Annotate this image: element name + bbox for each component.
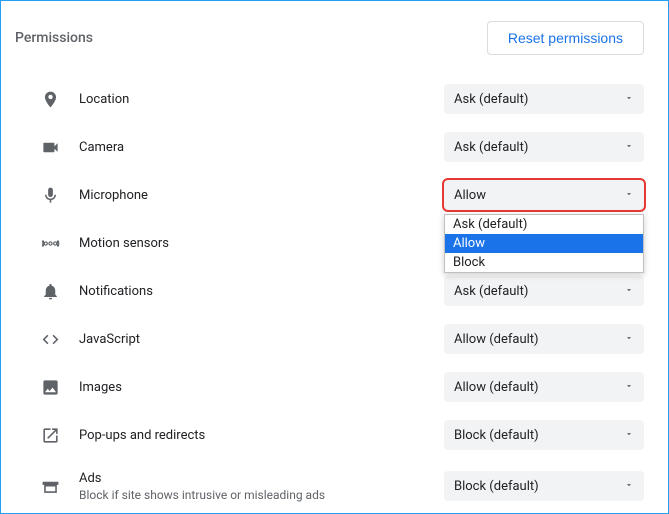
chevron-down-icon [624, 380, 634, 395]
chevron-down-icon [624, 332, 634, 347]
permission-label: Ads [79, 471, 444, 486]
permission-label-cell: Camera [79, 140, 444, 155]
permission-label-cell: Microphone [79, 188, 444, 203]
permission-label-cell: Pop-ups and redirects [79, 428, 444, 443]
permission-dropdown[interactable]: Ask (default)AllowBlock [444, 214, 644, 273]
permission-select[interactable]: Ask (default) [444, 132, 644, 162]
permission-row: JavaScript Allow (default) [15, 315, 644, 363]
permission-row: Pop-ups and redirects Block (default) [15, 411, 644, 459]
permission-select[interactable]: Allow (default) [444, 324, 644, 354]
permission-row: MicrophoneAllowAsk (default)AllowBlock [15, 171, 644, 219]
permission-sublabel: Block if site shows intrusive or mislead… [79, 488, 444, 502]
permission-select[interactable]: Block (default) [444, 471, 644, 501]
permission-select-value: Allow (default) [454, 380, 539, 395]
permission-row: Notifications Ask (default) [15, 267, 644, 315]
dropdown-option[interactable]: Block [445, 253, 643, 272]
chevron-down-icon [624, 92, 634, 107]
permission-label-cell: Images [79, 380, 444, 395]
permission-label: Motion sensors [79, 236, 444, 251]
permission-label: Camera [79, 140, 444, 155]
permission-select-value: Ask (default) [454, 140, 528, 155]
permission-label: Microphone [79, 188, 444, 203]
permission-select[interactable]: AllowAsk (default)AllowBlock [444, 180, 644, 210]
permission-label: Notifications [79, 284, 444, 299]
permission-select-value: Allow (default) [454, 332, 539, 347]
permission-row: Location Ask (default) [15, 75, 644, 123]
permission-select-value: Block (default) [454, 479, 539, 494]
permissions-panel: Permissions Reset permissions Location As… [0, 0, 669, 514]
permission-select-value: Allow [454, 188, 486, 203]
popups-icon [41, 426, 79, 445]
javascript-icon [41, 330, 79, 349]
permission-select-value: Ask (default) [454, 92, 528, 107]
section-title: Permissions [15, 30, 93, 46]
permission-label: Images [79, 380, 444, 395]
camera-icon [41, 138, 79, 157]
permission-select-value: Ask (default) [454, 284, 528, 299]
permission-row: Images Allow (default) [15, 363, 644, 411]
permission-label: Location [79, 92, 444, 107]
chevron-down-icon [624, 479, 634, 494]
dropdown-option[interactable]: Allow [445, 234, 643, 253]
permission-select[interactable]: Allow (default) [444, 372, 644, 402]
microphone-icon [41, 186, 79, 205]
chevron-down-icon [624, 188, 634, 203]
chevron-down-icon [624, 428, 634, 443]
permission-label-cell: Motion sensors [79, 236, 444, 251]
permission-select[interactable]: Block (default) [444, 420, 644, 450]
permission-label-cell: Notifications [79, 284, 444, 299]
permissions-list: Location Ask (default) Camera Ask (default)… [15, 75, 644, 513]
chevron-down-icon [624, 140, 634, 155]
ads-icon [41, 477, 79, 496]
permission-label-cell: Ads Block if site shows intrusive or misl… [79, 471, 444, 502]
permission-select-value: Block (default) [454, 428, 539, 443]
motion-icon [41, 234, 79, 253]
permission-label-cell: JavaScript [79, 332, 444, 347]
chevron-down-icon [624, 284, 634, 299]
dropdown-option[interactable]: Ask (default) [445, 215, 643, 234]
permission-label-cell: Location [79, 92, 444, 107]
permission-select[interactable]: Ask (default) [444, 276, 644, 306]
permission-row: Ads Block if site shows intrusive or misl… [15, 459, 644, 513]
notifications-icon [41, 282, 79, 301]
header-row: Permissions Reset permissions [15, 21, 644, 55]
permission-label: Pop-ups and redirects [79, 428, 444, 443]
reset-permissions-button[interactable]: Reset permissions [487, 21, 644, 55]
permission-row: Camera Ask (default) [15, 123, 644, 171]
location-icon [41, 90, 79, 109]
images-icon [41, 378, 79, 397]
permission-select[interactable]: Ask (default) [444, 84, 644, 114]
permission-label: JavaScript [79, 332, 444, 347]
